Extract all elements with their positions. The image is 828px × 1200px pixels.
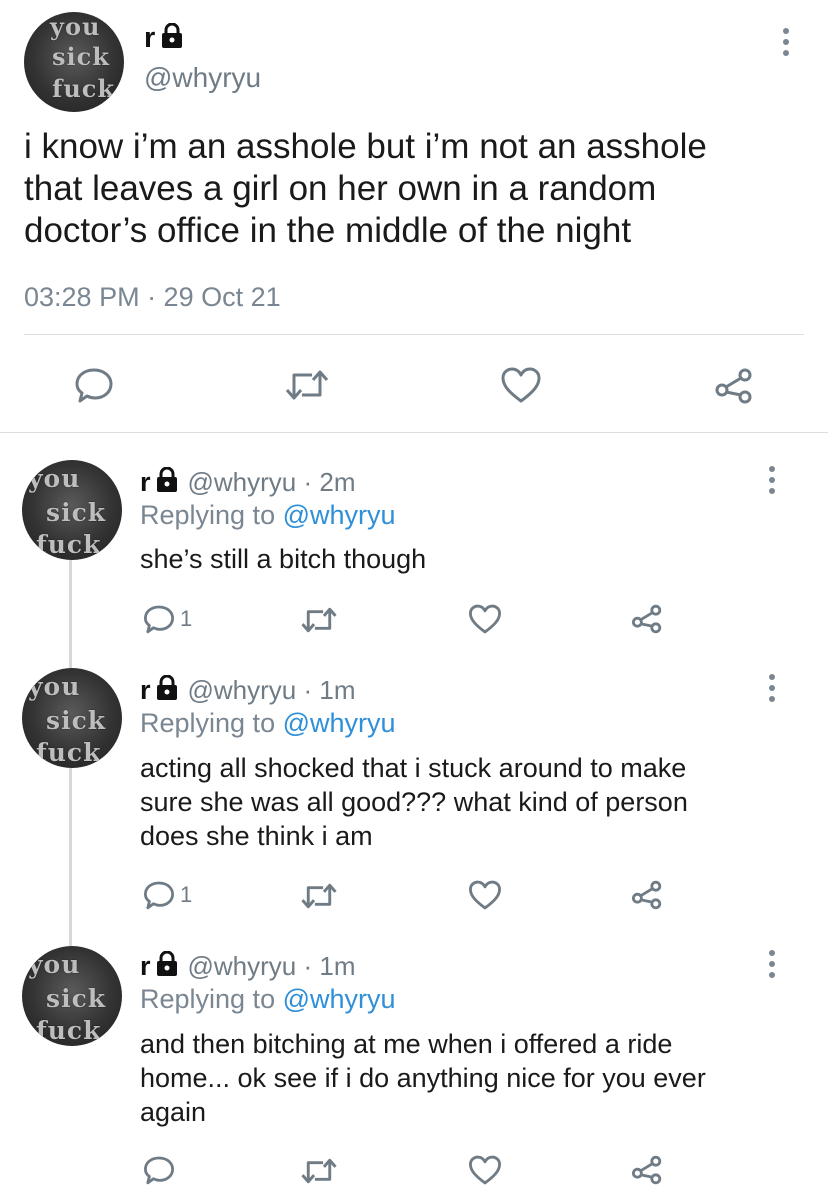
retweet-icon[interactable] — [300, 881, 338, 911]
author-name[interactable]: r — [140, 467, 151, 498]
tweet-text-line: doctor’s office in the middle of the nig… — [24, 211, 632, 250]
lock-icon — [156, 674, 178, 706]
like-icon[interactable] — [468, 603, 502, 635]
retweet-icon[interactable] — [300, 1156, 338, 1186]
reply-text: and then bitching at me when i offered a… — [140, 1027, 820, 1129]
tweet-text-line: i know i’m an asshole but i’m not an ass… — [24, 127, 707, 166]
author-handle-time[interactable]: @whyryu · 1m — [188, 675, 356, 706]
like-icon[interactable] — [468, 879, 502, 911]
replying-to-label: Replying to — [140, 500, 283, 530]
avatar[interactable]: you sick fuck — [22, 460, 122, 560]
author-name[interactable]: r — [144, 22, 155, 55]
like-icon[interactable] — [468, 1154, 502, 1186]
avatar[interactable]: you sick fuck — [22, 946, 122, 1046]
author-name[interactable]: r — [140, 951, 151, 982]
author-handle[interactable]: @whyryu — [144, 62, 261, 94]
lock-icon — [156, 950, 178, 982]
more-icon[interactable] — [783, 28, 789, 61]
reply-count: 1 — [180, 606, 193, 631]
avatar-text: sick — [46, 706, 107, 735]
share-icon[interactable] — [631, 879, 663, 911]
avatar[interactable]: you sick fuck — [22, 668, 122, 768]
like-icon[interactable] — [500, 366, 542, 404]
reply-text: acting all shocked that i stuck around t… — [140, 751, 810, 853]
author-name[interactable]: r — [140, 675, 151, 706]
replying-to-label: Replying to — [140, 708, 283, 738]
reply-text-line: again — [140, 1097, 207, 1127]
avatar-text: sick — [46, 498, 107, 527]
mention-link[interactable]: @whyryu — [283, 708, 396, 738]
avatar-text: you — [28, 464, 81, 493]
reply-icon[interactable] — [143, 1154, 175, 1186]
reply-icon[interactable] — [74, 365, 114, 405]
author-handle-time[interactable]: @whyryu · 2m — [188, 467, 356, 498]
tweet-text-line: that leaves a girl on her own in a rando… — [24, 169, 657, 208]
retweet-icon[interactable] — [284, 367, 330, 403]
reply-text-line: acting all shocked that i stuck around t… — [140, 753, 687, 783]
share-icon[interactable] — [631, 603, 663, 635]
more-icon[interactable] — [769, 466, 775, 499]
avatar-text: sick — [46, 984, 107, 1013]
reply-text-line: sure she was all good??? what kind of pe… — [140, 787, 688, 817]
more-icon[interactable] — [769, 674, 775, 707]
reply-icon[interactable] — [143, 603, 175, 635]
share-icon[interactable] — [714, 366, 754, 406]
reply-text-line: home... ok see if i do anything nice for… — [140, 1063, 706, 1093]
more-icon[interactable] — [769, 950, 775, 983]
divider — [24, 334, 804, 335]
lock-icon — [156, 466, 178, 498]
replying-to: Replying to @whyryu — [140, 708, 396, 739]
share-icon[interactable] — [631, 1154, 663, 1186]
reply-text-line: does she think i am — [140, 821, 373, 851]
reply-icon[interactable] — [143, 879, 175, 911]
divider — [0, 432, 828, 433]
tweet-timestamp[interactable]: 03:28 PM · 29 Oct 21 — [24, 282, 281, 313]
avatar-text: fuck — [36, 738, 102, 767]
avatar-text: fuck — [52, 74, 116, 103]
mention-link[interactable]: @whyryu — [283, 984, 396, 1014]
tweet-text: i know i’m an asshole but i’m not an ass… — [24, 126, 814, 252]
reply-count: 1 — [180, 882, 193, 907]
reply-text-line: she’s still a bitch though — [140, 544, 427, 574]
reply-text: she’s still a bitch though — [140, 542, 810, 576]
replying-to-label: Replying to — [140, 984, 283, 1014]
avatar-text: fuck — [36, 1016, 102, 1045]
replying-to: Replying to @whyryu — [140, 500, 396, 531]
thread-line — [69, 768, 72, 946]
avatar-text: you — [50, 12, 101, 41]
retweet-icon[interactable] — [300, 605, 338, 635]
avatar[interactable]: you sick fuck — [24, 12, 124, 112]
lock-icon — [161, 22, 183, 54]
thread-line — [69, 560, 72, 670]
reply-text-line: and then bitching at me when i offered a… — [140, 1029, 673, 1059]
avatar-text: you — [28, 950, 81, 979]
avatar-text: sick — [52, 42, 110, 71]
replying-to: Replying to @whyryu — [140, 984, 396, 1015]
avatar-text: you — [28, 672, 81, 701]
author-handle-time[interactable]: @whyryu · 1m — [188, 951, 356, 982]
mention-link[interactable]: @whyryu — [283, 500, 396, 530]
avatar-text: fuck — [36, 530, 102, 559]
